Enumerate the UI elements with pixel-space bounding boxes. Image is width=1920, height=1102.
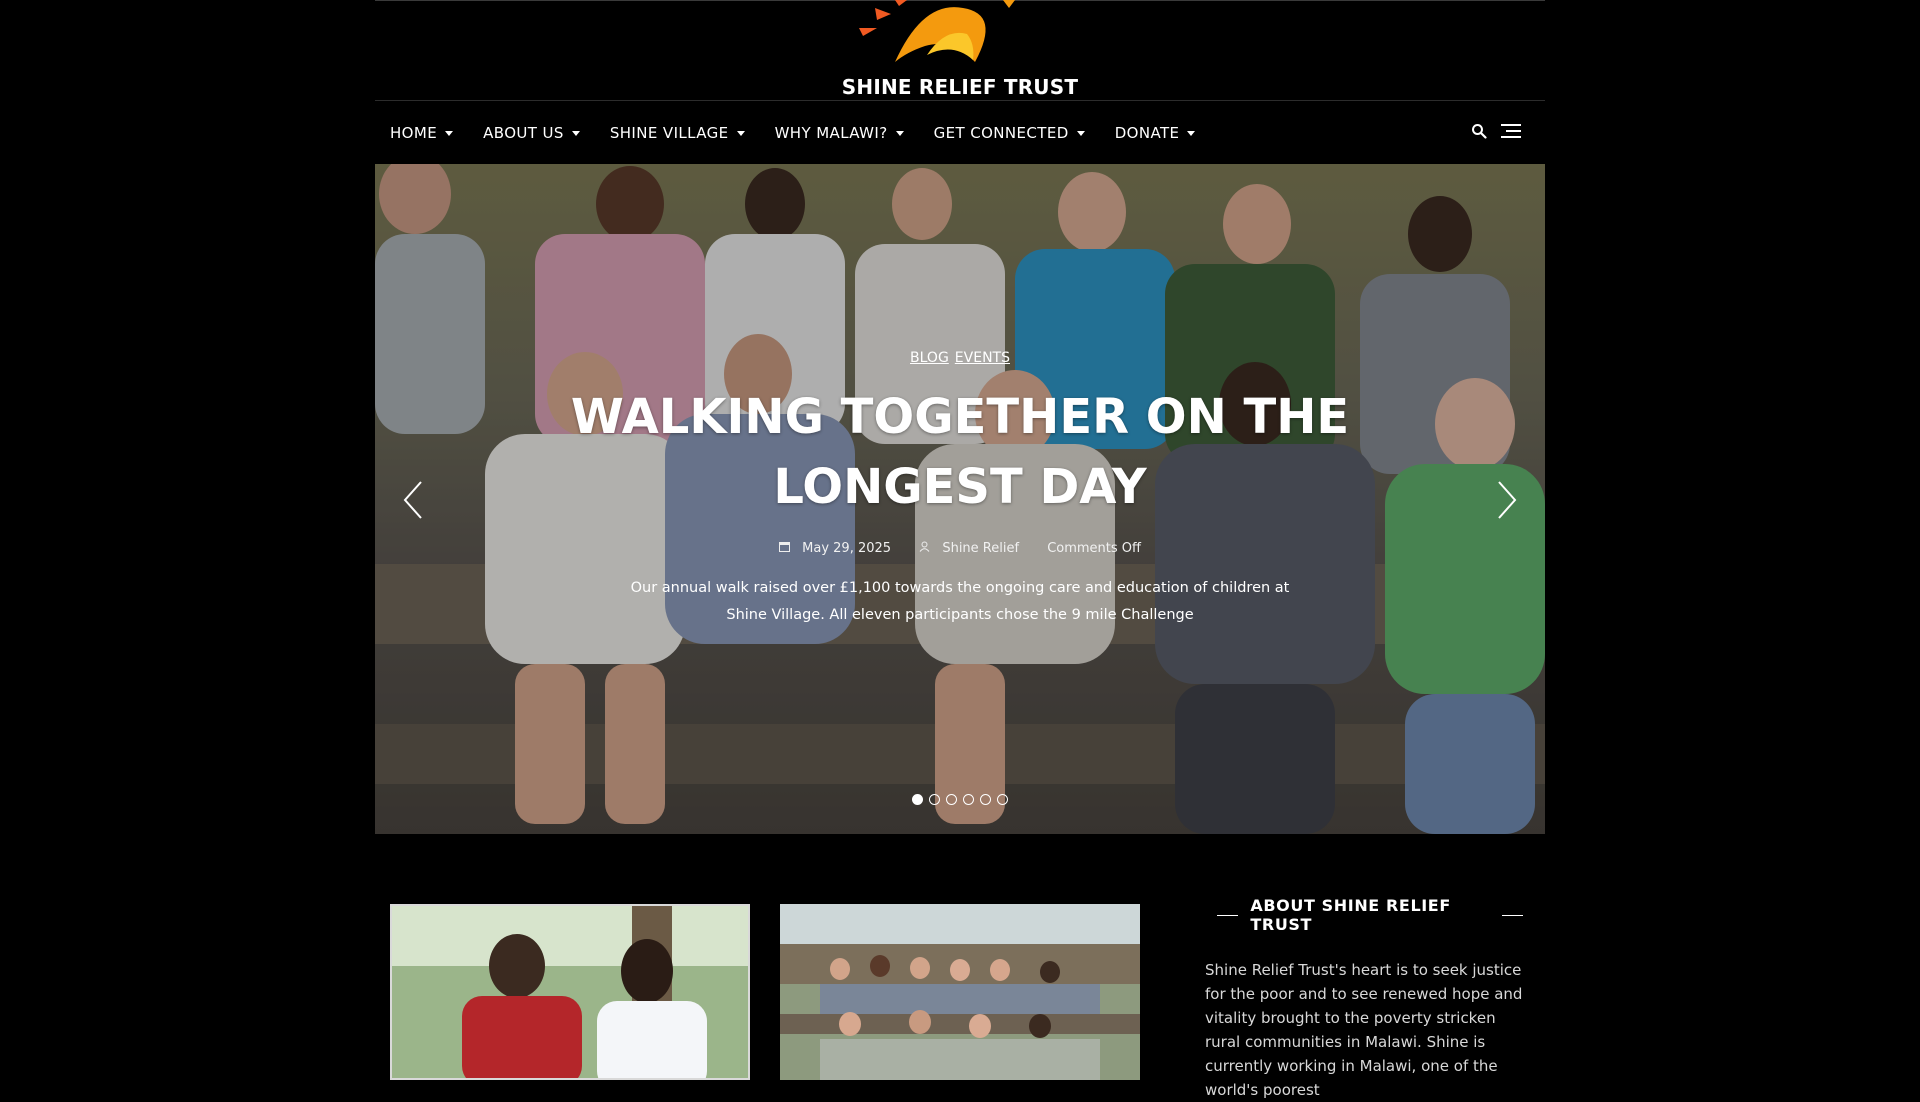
- widget-text: Shine Relief Trust's heart is to seek ju…: [1205, 961, 1523, 1099]
- slider-dot[interactable]: [946, 794, 957, 805]
- sidebar-widget-about: ABOUT SHINE RELIEF TRUST Shine Relief Tr…: [1205, 896, 1535, 1102]
- title-rule: [1501, 914, 1523, 916]
- caret-down-icon: [1187, 130, 1196, 136]
- slider-next-arrow[interactable]: [1493, 478, 1523, 522]
- nav-item-about-us[interactable]: ABOUT US: [483, 124, 580, 142]
- category-link-blog[interactable]: BLOG: [910, 350, 949, 366]
- post-card-image[interactable]: [390, 904, 750, 1080]
- nav-item-shine-village[interactable]: SHINE VILLAGE: [610, 124, 745, 142]
- slider-dot[interactable]: [963, 794, 974, 805]
- chevron-left-icon: [403, 481, 422, 519]
- post-author-label: Shine Relief: [942, 541, 1020, 556]
- post-card-image[interactable]: [780, 904, 1140, 1080]
- search-icon[interactable]: [1471, 123, 1487, 144]
- page-container: SHINE RELIEF TRUST HOME ABOUT US SHINE V…: [375, 0, 1545, 1099]
- menu-icon[interactable]: [1501, 123, 1521, 144]
- slider-dot[interactable]: [997, 794, 1008, 805]
- user-icon: [919, 541, 930, 552]
- caret-down-icon: [895, 130, 904, 136]
- caret-down-icon: [736, 130, 745, 136]
- slider-dot[interactable]: [912, 794, 923, 805]
- nav-item-label: ABOUT US: [483, 124, 564, 142]
- chevron-right-icon: [1498, 481, 1517, 519]
- caret-down-icon: [445, 130, 454, 136]
- post-thumbnail: [780, 904, 1140, 1080]
- slider-prev-arrow[interactable]: [397, 478, 427, 522]
- title-rule: [1217, 914, 1239, 916]
- nav-item-label: DONATE: [1114, 124, 1180, 142]
- nav-item-get-connected[interactable]: GET CONNECTED: [934, 124, 1085, 142]
- site-name: SHINE RELIEF TRUST: [841, 75, 1079, 99]
- category-link-events[interactable]: EVENTS: [955, 350, 1010, 366]
- slider-pagination: [375, 794, 1545, 805]
- nav-item-label: HOME: [390, 124, 438, 142]
- nav-item-why-malawi[interactable]: WHY MALAWI?: [775, 124, 904, 142]
- post-thumbnail: [392, 906, 748, 1078]
- post-author[interactable]: Shine Relief: [919, 541, 1031, 556]
- post-date[interactable]: May 29, 2025: [779, 541, 903, 556]
- slider-dot[interactable]: [980, 794, 991, 805]
- nav-item-label: SHINE VILLAGE: [609, 124, 729, 142]
- post-date-label: May 29, 2025: [802, 541, 892, 556]
- slide-title[interactable]: WALKING TOGETHER ON THE LONGEST DAY: [570, 382, 1350, 522]
- calendar-icon: [779, 542, 790, 552]
- nav-item-label: WHY MALAWI?: [774, 124, 888, 142]
- widget-title: ABOUT SHINE RELIEF TRUST: [1205, 896, 1535, 934]
- site-logo[interactable]: SHINE RELIEF TRUST: [815, 0, 1105, 100]
- caret-down-icon: [571, 130, 580, 136]
- nav-item-donate[interactable]: DONATE: [1115, 124, 1196, 142]
- post-comments: Comments Off: [1047, 541, 1141, 556]
- slide-categories: BLOG EVENTS: [375, 350, 1545, 366]
- nav-item-label: GET CONNECTED: [933, 124, 1069, 142]
- main-navigation: HOME ABOUT US SHINE VILLAGE WHY MALAWI? …: [375, 100, 1545, 165]
- slide-excerpt: Our annual walk raised over £1,100 towar…: [630, 580, 1290, 623]
- nav-item-home[interactable]: HOME: [390, 124, 454, 142]
- slide-meta: May 29, 2025 Shine Relief Comments Off: [375, 541, 1545, 556]
- caret-down-icon: [1076, 130, 1085, 136]
- widget-title-label: ABOUT SHINE RELIEF TRUST: [1250, 896, 1451, 934]
- sun-logo-icon: [859, 0, 1015, 62]
- slider-dot[interactable]: [929, 794, 940, 805]
- hero-slider: BLOG EVENTS WALKING TOGETHER ON THE LONGE…: [375, 164, 1545, 834]
